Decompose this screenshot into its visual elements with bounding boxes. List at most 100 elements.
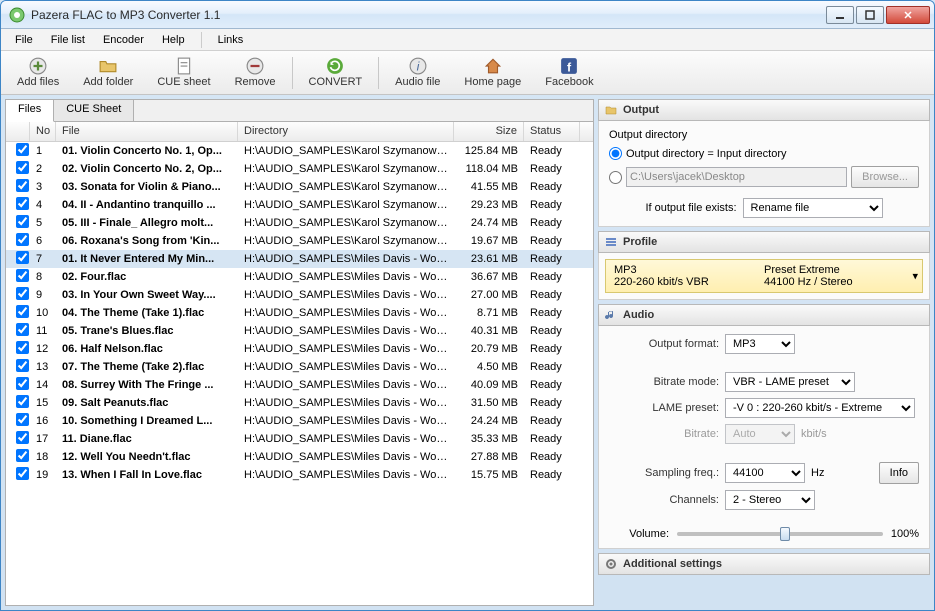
volume-slider[interactable] [677, 532, 883, 536]
row-checkbox[interactable] [16, 413, 29, 426]
profile-selector[interactable]: MP3 220-260 kbit/s VBR Preset Extreme 44… [605, 259, 923, 293]
row-checkbox[interactable] [16, 359, 29, 372]
menu-filelist[interactable]: File list [43, 32, 93, 48]
table-row[interactable]: 701. It Never Entered My Min...H:\AUDIO_… [6, 250, 593, 268]
table-row[interactable]: 802. Four.flacH:\AUDIO_SAMPLES\Miles Dav… [6, 268, 593, 286]
row-status: Ready [524, 162, 580, 176]
table-row[interactable]: 404. II - Andantino tranquillo ...H:\AUD… [6, 196, 593, 214]
home-page-button[interactable]: Home page [454, 53, 531, 93]
row-checkbox[interactable] [16, 377, 29, 390]
column-size[interactable]: Size [454, 122, 524, 141]
column-checkbox[interactable] [6, 122, 30, 141]
row-checkbox[interactable] [16, 395, 29, 408]
table-row[interactable]: 1408. Surrey With The Fringe ...H:\AUDIO… [6, 376, 593, 394]
table-row[interactable]: 101. Violin Concerto No. 1, Op...H:\AUDI… [6, 142, 593, 160]
tab-files[interactable]: Files [6, 100, 54, 122]
row-checkbox[interactable] [16, 215, 29, 228]
table-row[interactable]: 1307. The Theme (Take 2).flacH:\AUDIO_SA… [6, 358, 593, 376]
row-status: Ready [524, 252, 580, 266]
row-checkbox[interactable] [16, 251, 29, 264]
sampling-select[interactable]: 44100 [725, 463, 805, 483]
profile-panel-body: MP3 220-260 kbit/s VBR Preset Extreme 44… [598, 253, 930, 300]
bitrate-mode-select[interactable]: VBR - LAME preset [725, 372, 855, 392]
table-row[interactable]: 202. Violin Concerto No. 2, Op...H:\AUDI… [6, 160, 593, 178]
browse-button[interactable]: Browse... [851, 166, 919, 188]
output-panel-header[interactable]: Output [598, 99, 930, 121]
row-checkbox[interactable] [16, 467, 29, 480]
tab-cue-sheet[interactable]: CUE Sheet [54, 100, 134, 121]
row-checkbox[interactable] [16, 269, 29, 282]
row-size: 36.67 MB [454, 270, 524, 284]
row-checkbox[interactable] [16, 323, 29, 336]
table-row[interactable]: 1004. The Theme (Take 1).flacH:\AUDIO_SA… [6, 304, 593, 322]
table-row[interactable]: 505. III - Finale_ Allegro molt...H:\AUD… [6, 214, 593, 232]
table-row[interactable]: 606. Roxana's Song from 'Kin...H:\AUDIO_… [6, 232, 593, 250]
row-checkbox[interactable] [16, 179, 29, 192]
list-body[interactable]: 101. Violin Concerto No. 1, Op...H:\AUDI… [6, 142, 593, 605]
row-checkbox[interactable] [16, 197, 29, 210]
row-status: Ready [524, 216, 580, 230]
menu-help[interactable]: Help [154, 32, 193, 48]
slider-thumb[interactable] [780, 527, 790, 541]
column-directory[interactable]: Directory [238, 122, 454, 141]
row-no: 12 [30, 342, 56, 356]
table-row[interactable]: 303. Sonata for Violin & Piano...H:\AUDI… [6, 178, 593, 196]
add-files-button[interactable]: Add files [7, 53, 69, 93]
maximize-button[interactable] [856, 6, 884, 24]
close-button[interactable] [886, 6, 930, 24]
additional-settings-header[interactable]: Additional settings [598, 553, 930, 575]
profile-header-label: Profile [623, 236, 657, 248]
titlebar[interactable]: Pazera FLAC to MP3 Converter 1.1 [1, 1, 934, 29]
convert-button[interactable]: CONVERT [299, 53, 373, 93]
column-no[interactable]: No [30, 122, 56, 141]
row-size: 118.04 MB [454, 162, 524, 176]
outdir-custom-radio[interactable] [609, 171, 622, 184]
row-size: 125.84 MB [454, 144, 524, 158]
row-filename: 02. Four.flac [56, 270, 238, 284]
minimize-button[interactable] [826, 6, 854, 24]
add-folder-button[interactable]: Add folder [73, 53, 143, 93]
table-row[interactable]: 903. In Your Own Sweet Way....H:\AUDIO_S… [6, 286, 593, 304]
table-row[interactable]: 1913. When I Fall In Love.flacH:\AUDIO_S… [6, 466, 593, 484]
lame-preset-select[interactable]: -V 0 : 220-260 kbit/s - Extreme [725, 398, 915, 418]
output-panel-body: Output directory Output directory = Inpu… [598, 121, 930, 227]
row-checkbox[interactable] [16, 431, 29, 444]
facebook-button[interactable]: f Facebook [535, 53, 603, 93]
row-checkbox[interactable] [16, 449, 29, 462]
menu-encoder[interactable]: Encoder [95, 32, 152, 48]
profile-panel-header[interactable]: Profile [598, 231, 930, 253]
table-row[interactable]: 1509. Salt Peanuts.flacH:\AUDIO_SAMPLES\… [6, 394, 593, 412]
remove-button[interactable]: Remove [225, 53, 286, 93]
outdir-path-input[interactable] [626, 167, 847, 187]
additional-settings-label: Additional settings [623, 558, 722, 570]
row-checkbox[interactable] [16, 161, 29, 174]
row-checkbox[interactable] [16, 143, 29, 156]
row-filename: 08. Surrey With The Fringe ... [56, 378, 238, 392]
output-format-select[interactable]: MP3 [725, 334, 795, 354]
row-size: 40.31 MB [454, 324, 524, 338]
channels-select[interactable]: 2 - Stereo [725, 490, 815, 510]
audio-file-button[interactable]: i Audio file [385, 53, 450, 93]
table-row[interactable]: 1812. Well You Needn't.flacH:\AUDIO_SAMP… [6, 448, 593, 466]
row-checkbox[interactable] [16, 341, 29, 354]
row-checkbox[interactable] [16, 305, 29, 318]
row-checkbox[interactable] [16, 233, 29, 246]
bitrate-label: Bitrate: [609, 428, 719, 440]
cue-sheet-button[interactable]: CUE sheet [147, 53, 220, 93]
outdir-same-radio[interactable] [609, 147, 622, 160]
menu-file[interactable]: File [7, 32, 41, 48]
row-status: Ready [524, 306, 580, 320]
if-exists-select[interactable]: Rename file [743, 198, 883, 218]
column-file[interactable]: File [56, 122, 238, 141]
table-row[interactable]: 1105. Trane's Blues.flacH:\AUDIO_SAMPLES… [6, 322, 593, 340]
row-directory: H:\AUDIO_SAMPLES\Miles Davis - Worki... [238, 270, 454, 284]
table-row[interactable]: 1206. Half Nelson.flacH:\AUDIO_SAMPLES\M… [6, 340, 593, 358]
column-status[interactable]: Status [524, 122, 580, 141]
row-status: Ready [524, 270, 580, 284]
info-button[interactable]: Info [879, 462, 919, 484]
table-row[interactable]: 1610. Something I Dreamed L...H:\AUDIO_S… [6, 412, 593, 430]
menu-links[interactable]: Links [210, 32, 252, 48]
row-checkbox[interactable] [16, 287, 29, 300]
audio-panel-header[interactable]: Audio [598, 304, 930, 326]
table-row[interactable]: 1711. Diane.flacH:\AUDIO_SAMPLES\Miles D… [6, 430, 593, 448]
